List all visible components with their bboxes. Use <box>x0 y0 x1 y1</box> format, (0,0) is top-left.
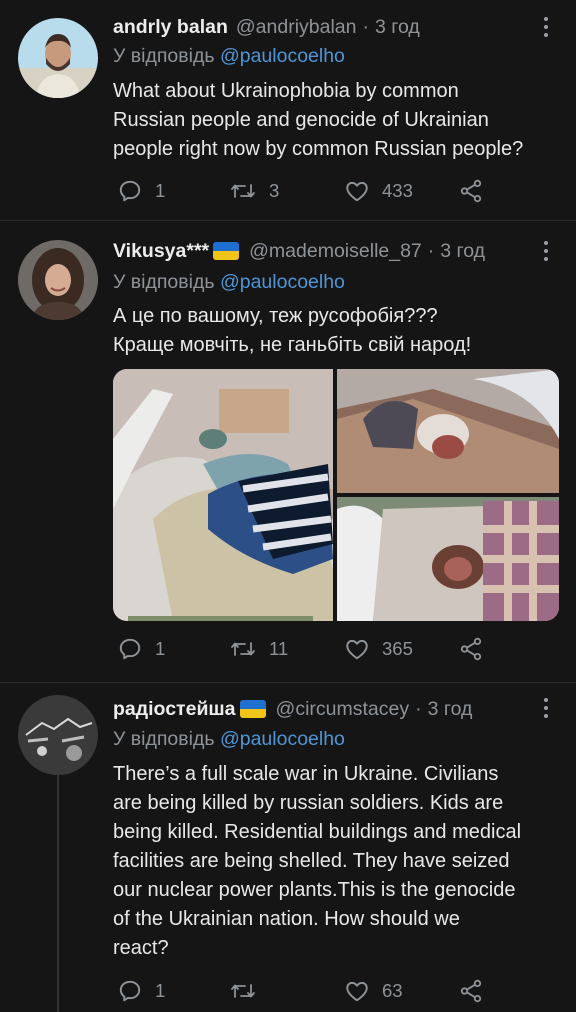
retweet-icon <box>231 184 255 198</box>
action-bar: 1 63 <box>113 976 533 1006</box>
retweet-count: 11 <box>269 638 289 659</box>
more-options-icon[interactable] <box>536 238 556 264</box>
share-icon <box>460 179 482 203</box>
reply-count: 1 <box>155 980 166 1001</box>
retweet-count: 3 <box>269 180 280 201</box>
more-options-icon[interactable] <box>536 14 556 40</box>
like-count: 63 <box>382 980 403 1001</box>
avatar[interactable] <box>18 695 98 775</box>
tweet-2[interactable]: Vikusya*** @mademoiselle_87 · 3 год У ві… <box>0 221 576 682</box>
reply-prefix: У відповідь <box>113 728 215 750</box>
media-photo-2[interactable] <box>337 369 559 493</box>
share-button[interactable] <box>458 176 496 206</box>
media-photo-1[interactable] <box>113 369 333 621</box>
reply-prefix: У відповідь <box>113 45 215 67</box>
tweet-1[interactable]: andrly balan @andriybalan · 3 год У відп… <box>0 0 576 220</box>
reply-context: У відповідь @paulocoelho <box>113 271 345 294</box>
author-name[interactable]: Vikusya*** <box>113 240 209 263</box>
separator-dot: · <box>415 697 422 720</box>
tweet-3[interactable]: радіостейша @circumstacey · 3 год У відп… <box>0 683 576 1012</box>
reply-button[interactable]: 1 <box>117 176 165 206</box>
like-icon <box>346 639 368 660</box>
reply-context: У відповідь @paulocoelho <box>113 728 345 751</box>
share-icon <box>460 637 482 661</box>
reply-context: У відповідь @paulocoelho <box>113 45 345 68</box>
avatar[interactable] <box>18 18 98 98</box>
share-button[interactable] <box>458 976 496 1006</box>
reply-mention-link[interactable]: @paulocoelho <box>220 45 345 67</box>
tweet-text: А це по вашому, теж русофобія??? Краще м… <box>113 305 472 356</box>
media-grid <box>113 369 559 621</box>
reply-count: 1 <box>155 638 166 659</box>
like-icon <box>346 981 368 1002</box>
media-photo-3[interactable] <box>337 497 559 621</box>
like-icon <box>346 181 368 202</box>
more-options-icon[interactable] <box>536 695 556 721</box>
retweet-button[interactable] <box>229 976 269 1006</box>
like-count: 365 <box>382 638 413 659</box>
reply-count: 1 <box>155 180 166 201</box>
separator-dot: · <box>427 239 435 262</box>
reply-button[interactable]: 1 <box>117 976 165 1006</box>
author-handle[interactable]: @andriybalan <box>236 16 357 39</box>
like-button[interactable]: 63 <box>344 976 403 1006</box>
tweet-text: What about Ukrainophobia by common Russi… <box>113 80 524 160</box>
reply-icon <box>119 180 141 202</box>
timestamp[interactable]: 3 год <box>440 240 485 263</box>
like-button[interactable]: 433 <box>344 176 413 206</box>
author-name[interactable]: andrly balan <box>113 16 228 39</box>
reply-icon <box>119 638 141 660</box>
thread-line <box>57 775 59 1012</box>
action-bar: 1 3 433 <box>113 176 533 206</box>
like-count: 433 <box>382 180 413 201</box>
timestamp[interactable]: 3 год <box>428 698 473 721</box>
share-icon <box>460 979 482 1003</box>
avatar[interactable] <box>18 240 98 320</box>
like-button[interactable]: 365 <box>344 634 413 664</box>
retweet-icon <box>231 984 255 998</box>
ukraine-flag-icon <box>213 242 240 260</box>
author-name[interactable]: радіостейша <box>113 698 236 721</box>
reply-prefix: У відповідь <box>113 271 215 293</box>
timestamp[interactable]: 3 год <box>375 16 420 39</box>
reply-icon <box>119 980 141 1002</box>
tweet-text: There’s a full scale war in Ukraine. Civ… <box>113 763 522 959</box>
author-handle[interactable]: @mademoiselle_87 <box>249 240 422 263</box>
retweet-button[interactable]: 3 <box>229 176 279 206</box>
retweet-icon <box>231 642 255 656</box>
retweet-button[interactable]: 11 <box>229 634 288 664</box>
reply-mention-link[interactable]: @paulocoelho <box>220 271 345 293</box>
author-handle[interactable]: @circumstacey <box>276 698 410 721</box>
reply-mention-link[interactable]: @paulocoelho <box>220 728 345 750</box>
reply-button[interactable]: 1 <box>117 634 165 664</box>
ukraine-flag-icon <box>239 700 266 718</box>
action-bar: 1 11 365 <box>113 634 533 664</box>
share-button[interactable] <box>458 634 496 664</box>
separator-dot: · <box>362 15 370 38</box>
